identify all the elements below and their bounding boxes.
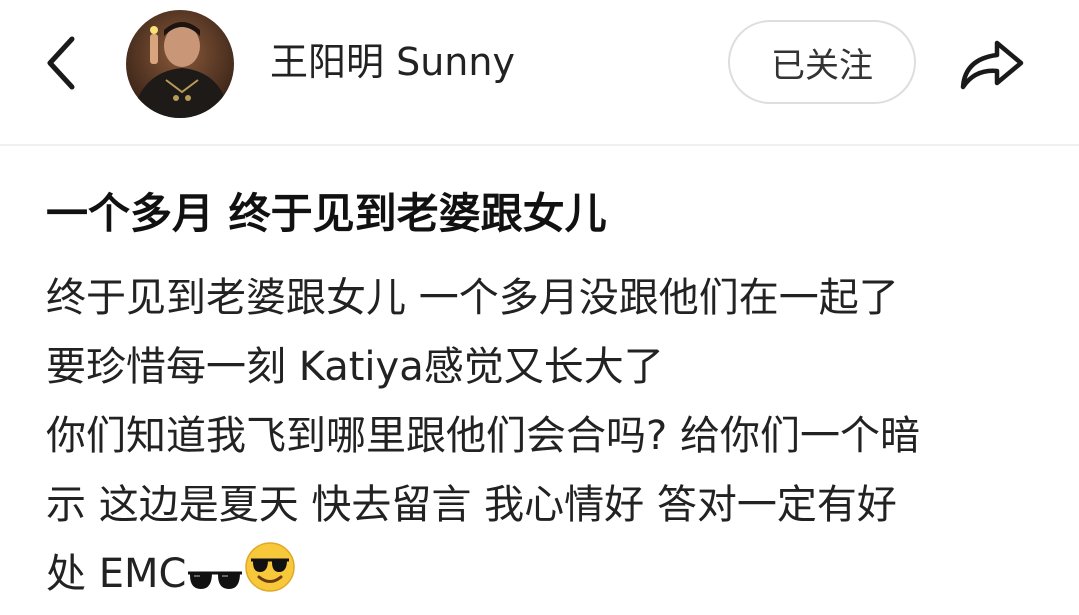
post-content: 一个多月 终于见到老婆跟女儿 终于见到老婆跟女儿 一个多月没跟他们在一起了 要珍… — [46, 186, 1046, 609]
share-arrow-icon — [960, 40, 1024, 90]
follow-button-label: 已关注 — [771, 45, 873, 86]
top-bar: 王阳明 Sunny 已关注 — [0, 0, 1079, 128]
post-body-line: 要珍惜每一刻 Katiya感觉又长大了 — [46, 344, 664, 390]
sunglasses-icon — [186, 546, 244, 615]
post-body-line: 你们知道我飞到哪里跟他们会合吗? 给你们一个暗 — [46, 413, 920, 459]
back-button[interactable] — [34, 30, 88, 96]
post-body-line: 终于见到老婆跟女儿 一个多月没跟他们在一起了 — [46, 275, 899, 321]
post-body-line-last: 处 EMC — [46, 540, 1046, 609]
post-body: 终于见到老婆跟女儿 一个多月没跟他们在一起了 要珍惜每一刻 Katiya感觉又长… — [46, 264, 1046, 609]
avatar-image — [126, 10, 234, 118]
avatar[interactable] — [126, 10, 234, 118]
post-title: 一个多月 终于见到老婆跟女儿 — [46, 189, 607, 238]
chevron-left-icon — [47, 36, 75, 90]
follow-button[interactable]: 已关注 — [728, 20, 916, 104]
share-button[interactable] — [950, 30, 1034, 100]
username[interactable]: 王阳明 Sunny — [270, 38, 515, 86]
post-body-line: 处 EMC — [46, 551, 187, 597]
header-divider — [0, 144, 1079, 146]
post-body-line: 示 这边是夏天 快去留言 我心情好 答对一定有好 — [46, 482, 897, 528]
